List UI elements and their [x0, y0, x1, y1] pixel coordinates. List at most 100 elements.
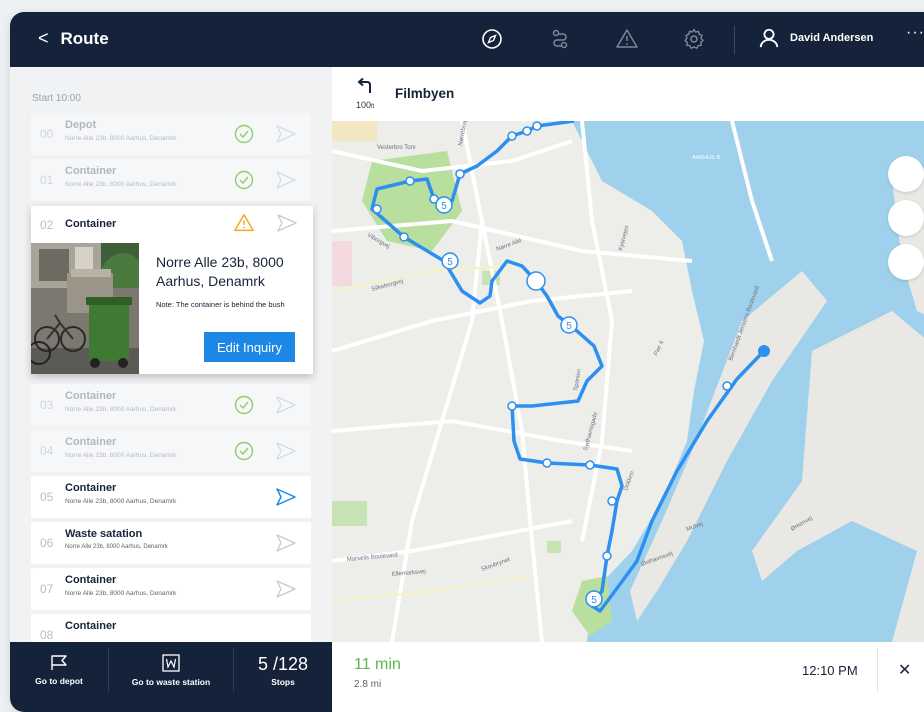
stop-address: Norre Alle 23b, 8000 Aarhus, Denamrk [65, 181, 177, 188]
route-icon[interactable] [548, 27, 572, 51]
stop-title: Container [65, 482, 117, 494]
stops-counter: 5 /128 Stops [234, 642, 332, 699]
stop-title: Container [65, 165, 117, 177]
trip-summary: 11 min 2.8 mi 12:10 PM ✕ [332, 642, 924, 712]
turn-distance-unit: ft [371, 104, 375, 110]
go-to-depot-label: Go to depot [35, 676, 83, 686]
navigate-arrow-icon[interactable] [275, 441, 297, 461]
next-street-name: Filmbyen [395, 86, 455, 101]
route-map[interactable]: 5 5 5 5 AARHUS B Vesterbro Torv Nørrebro… [332, 121, 924, 642]
eta-time: 11 min [354, 656, 401, 673]
flag-icon [51, 655, 67, 670]
map-zoom-out-button[interactable] [888, 200, 924, 236]
stop-address: Norre Alle 23b, 8000 Aarhus, Denamrk [65, 452, 177, 459]
user-menu[interactable]: David Andersen [758, 27, 873, 49]
stop-number: 04 [40, 444, 54, 458]
edit-inquiry-button[interactable]: Edit Inquiry [204, 332, 295, 362]
arrival-time: 12:10 PM [802, 663, 858, 678]
go-to-waste-station-label: Go to waste station [131, 677, 211, 687]
more-options-icon[interactable]: ··· [906, 24, 924, 42]
gear-icon[interactable] [682, 27, 706, 51]
navigate-arrow-icon[interactable] [275, 170, 297, 190]
turn-distance-value: 100 [356, 100, 372, 110]
top-bar: < Route David Andersen ··· [10, 12, 924, 67]
stop-number: 02 [40, 218, 54, 232]
stop-number: 08 [40, 628, 54, 642]
stop-address: Norre Alle 23b, 8000 Aarhus, Denamrk [65, 544, 168, 550]
compass-icon[interactable] [480, 27, 504, 51]
map-zoom-in-button[interactable] [888, 156, 924, 192]
route-badge-c: 5 [566, 321, 572, 332]
waste-station-icon [162, 654, 180, 672]
stops-count: 5 /128 [257, 654, 309, 674]
turn-distance: 100ft [356, 100, 374, 110]
check-circle-icon [234, 441, 254, 461]
stop-title: Depot [65, 119, 97, 131]
navigate-arrow-icon[interactable] [275, 579, 297, 599]
stop-number: 07 [40, 582, 54, 596]
go-to-waste-station-button[interactable]: Go to waste station [109, 642, 233, 699]
container-photo [31, 243, 139, 374]
stop-item-02-expanded[interactable]: 02 Container Norre Alle 23b, 8000 Aarhus… [31, 206, 313, 374]
turn-left-arrow-icon [357, 77, 371, 93]
close-navigation-button[interactable]: ✕ [898, 660, 911, 680]
stop-number: 00 [40, 127, 54, 141]
stop-number: 05 [40, 490, 54, 504]
route-start-time: Start 10:00 [32, 93, 81, 104]
stop-item-07[interactable]: 07 Container Norre Alle 23b, 8000 Aarhus… [31, 568, 311, 610]
map-recenter-button[interactable] [888, 244, 924, 280]
stop-title: Container [65, 574, 117, 586]
stop-item-01[interactable]: 01 Container Norre Alle 23b, 8000 Aarhus… [31, 159, 311, 201]
stop-address: Norre Alle 23b, 8000 Aarhus, Denamrk [65, 406, 177, 413]
stop-number: 06 [40, 536, 54, 550]
stop-address: Norre Alle 23b, 8000 Aarhus, Denamrk [65, 498, 177, 505]
bottom-action-bar: Go to depot Go to waste station 5 /128 S… [10, 642, 332, 712]
stop-item-05[interactable]: 05 Container Norre Alle 23b, 8000 Aarhus… [31, 476, 311, 518]
check-circle-icon [234, 395, 254, 415]
warning-icon[interactable] [615, 27, 639, 51]
check-circle-icon [234, 170, 254, 190]
stop-title: Container [65, 390, 117, 402]
app-window: < Route David Andersen ··· Start 10:00 0… [10, 12, 924, 712]
navigate-arrow-icon[interactable] [275, 395, 297, 415]
stop-item-08[interactable]: 08 Container [31, 614, 311, 642]
stop-title: Container [65, 620, 117, 632]
map-label-aarhus-b: AARHUS B [692, 155, 720, 161]
turn-instruction: 100ft Filmbyen [332, 67, 924, 121]
route-badge-d: 5 [591, 595, 597, 606]
top-bar-divider [734, 26, 735, 54]
stop-title: Container [65, 218, 117, 230]
route-badge-b: 5 [447, 257, 453, 268]
map-label-vesterbro: Vesterbro Torv [377, 145, 416, 151]
eta-distance: 2.8 mi [354, 679, 382, 690]
navigate-arrow-icon[interactable] [275, 124, 297, 144]
navigate-arrow-icon[interactable] [276, 213, 298, 233]
stop-note: Note: The container is behind the bush [156, 300, 285, 309]
check-circle-icon [234, 124, 254, 144]
stop-number: 03 [40, 398, 54, 412]
stop-title: Container [65, 436, 117, 448]
page-title: Route [60, 28, 109, 48]
route-stop-list: Start 10:00 00 Depot Norre Alle 23b, 800… [10, 67, 332, 642]
stop-full-address: Norre Alle 23b, 8000 Aarhus, Denamrk [156, 254, 284, 289]
stop-item-04[interactable]: 04 Container Norre Alle 23b, 8000 Aarhus… [31, 430, 311, 472]
go-to-depot-button[interactable]: Go to depot [10, 642, 108, 699]
stops-label: Stops [271, 677, 295, 687]
navigate-arrow-icon[interactable] [275, 533, 297, 553]
destination-marker[interactable] [758, 345, 770, 357]
navigate-arrow-icon[interactable] [275, 487, 297, 507]
footer-divider [877, 648, 878, 692]
route-badge-a: 5 [441, 201, 447, 212]
stop-item-03[interactable]: 03 Container Norre Alle 23b, 8000 Aarhus… [31, 384, 311, 426]
stop-number: 01 [40, 173, 54, 187]
warning-triangle-icon [234, 214, 254, 232]
stop-item-00[interactable]: 00 Depot Norre Alle 23b, 8000 Aarhus, De… [31, 113, 311, 155]
back-button[interactable]: < Route [38, 28, 109, 49]
stop-title: Waste satation [65, 528, 143, 540]
user-icon [759, 28, 779, 48]
chevron-left-icon: < [38, 28, 49, 48]
stop-address: Norre Alle 23b, 8000 Aarhus, Denamrk [65, 135, 177, 142]
stop-item-06[interactable]: 06 Waste satation Norre Alle 23b, 8000 A… [31, 522, 311, 564]
user-name: David Andersen [790, 32, 874, 44]
stop-address: Norre Alle 23b, 8000 Aarhus, Denamrk [65, 590, 177, 597]
